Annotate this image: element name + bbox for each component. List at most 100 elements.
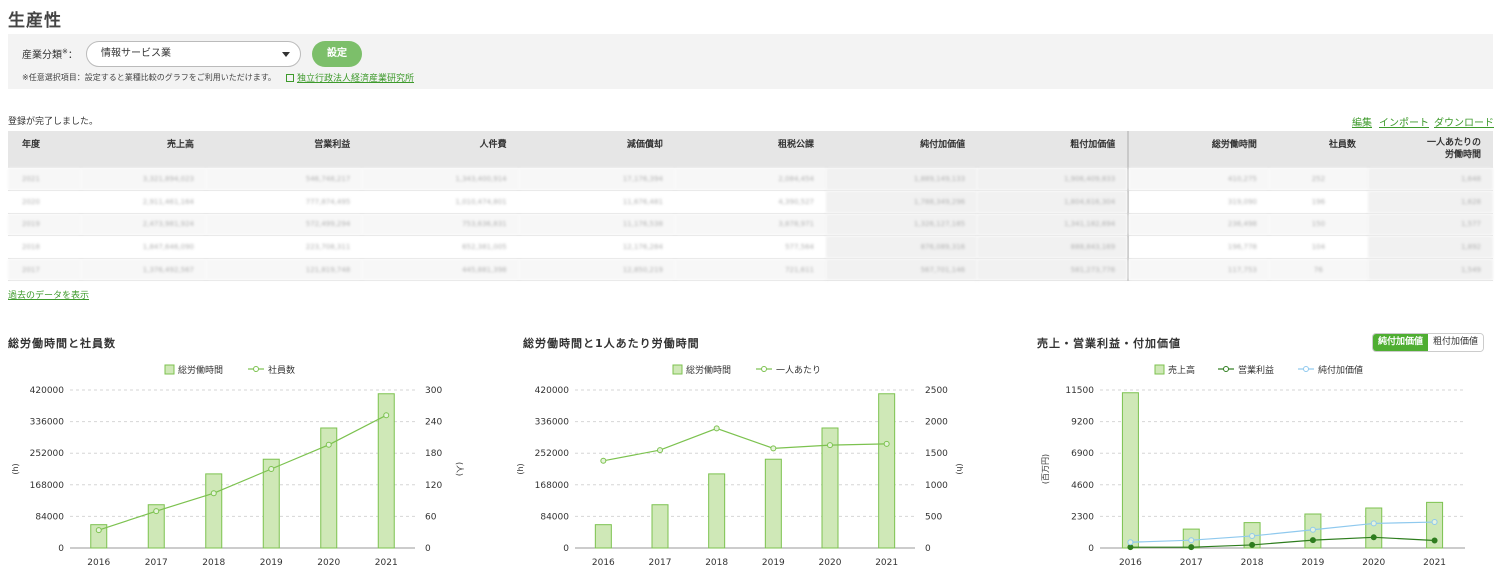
table-cell: 3,321,894,023 xyxy=(80,168,206,192)
table-cell: 2021 xyxy=(8,168,81,192)
y-tick-label: 0 xyxy=(563,544,569,554)
edit-link[interactable]: 編集 xyxy=(1352,114,1372,129)
legend-label: 社員数 xyxy=(268,364,295,376)
x-tick-label: 2018 xyxy=(705,558,728,568)
x-tick-label: 2021 xyxy=(1423,558,1446,568)
chart-title-hours-per-person: 総労働時間と1人あたり労働時間 xyxy=(523,337,700,350)
table-cell: 1,847,646,090 xyxy=(80,235,206,259)
industry-label: 産業分類※： xyxy=(22,46,78,61)
toggle-net-value-added[interactable]: 純付加価値 xyxy=(1373,334,1429,351)
legend-swatch xyxy=(1223,366,1229,372)
line-point xyxy=(1370,520,1377,527)
x-tick-label: 2017 xyxy=(145,558,168,568)
y-axis-label: (h) xyxy=(516,463,525,474)
line-point xyxy=(1127,539,1134,546)
col-header-gross-value-added: 粗付加価値 xyxy=(977,131,1129,168)
download-link[interactable]: ダウンロード xyxy=(1434,114,1494,129)
table-cell: 876,089,316 xyxy=(826,235,978,259)
line-point xyxy=(325,441,332,448)
table-cell: 196 xyxy=(1268,190,1368,214)
y2-tick-label: 300 xyxy=(425,386,442,396)
table-cell: 2019 xyxy=(8,213,81,237)
toggle-gross-value-added[interactable]: 粗付加価値 xyxy=(1428,334,1484,351)
col-header-operating-profit: 営業利益 xyxy=(205,131,363,168)
bar xyxy=(878,393,896,549)
legend-swatch xyxy=(253,366,259,372)
table-cell: 1,343,400,914 xyxy=(362,168,519,192)
col-header-taxes: 租税公課 xyxy=(674,131,827,168)
table-cell: 2018 xyxy=(8,235,81,259)
table-cell: 17,176,394 xyxy=(518,168,675,192)
chart-title-hours-employees: 総労働時間と社員数 xyxy=(8,337,116,350)
table-cell: 1,376,492,567 xyxy=(80,258,206,282)
set-button[interactable]: 設定 xyxy=(312,41,362,67)
y2-tick-label: 120 xyxy=(425,481,442,491)
table-cell: 117,753 xyxy=(1127,258,1269,282)
table-cell: 1,892 xyxy=(1367,235,1493,259)
table-cell: 4,390,527 xyxy=(674,190,827,214)
y-tick-label: 9200 xyxy=(1071,418,1094,428)
y2-tick-label: 2000 xyxy=(925,418,948,428)
legend-label: 総労働時間 xyxy=(686,364,731,376)
line-point xyxy=(883,440,890,447)
y-tick-label: 6900 xyxy=(1071,449,1094,459)
bar xyxy=(651,504,669,549)
bar xyxy=(205,473,223,549)
import-link[interactable]: インポート xyxy=(1379,114,1429,129)
table-row: 2019 2,473,981,924 572,499,294 753,636,831 1… xyxy=(8,213,1493,237)
legend-label: 営業利益 xyxy=(1238,364,1274,376)
y2-axis-label: (h) xyxy=(955,463,964,474)
show-past-data-link[interactable]: 過去のデータを表示 xyxy=(8,288,89,301)
table-cell: 104 xyxy=(1268,235,1368,259)
x-tick-label: 2016 xyxy=(87,558,110,568)
legend-label: 総労働時間 xyxy=(178,364,223,376)
y-tick-label: 336000 xyxy=(535,418,570,428)
chart-title-sales-profit: 売上・営業利益・付加価値 xyxy=(1037,337,1181,350)
chart-sales-profit: 0 2300 4600 6900 9200 11500 (百万円) 2016 2017 2018 2… xyxy=(1041,364,1465,568)
table-cell: 1,628 xyxy=(1367,190,1493,214)
table-cell: 12,176,284 xyxy=(518,235,675,259)
legend-swatch xyxy=(1154,364,1165,375)
line-point xyxy=(383,412,390,419)
y-tick-label: 0 xyxy=(58,544,64,554)
line-point xyxy=(770,445,777,452)
legend-swatch xyxy=(164,364,175,375)
table-cell: 1,326,127,185 xyxy=(826,213,978,237)
y2-tick-label: 500 xyxy=(925,512,942,522)
table-cell: 777,874,495 xyxy=(205,190,363,214)
industry-select-value: 情報サービス業 xyxy=(101,48,171,59)
x-tick-label: 2019 xyxy=(260,558,283,568)
table-cell: 236,498 xyxy=(1127,213,1269,237)
table-cell: 753,636,831 xyxy=(362,213,519,237)
y2-tick-label: 60 xyxy=(425,512,437,522)
line-point xyxy=(1309,526,1316,533)
table-cell: 11,176,538 xyxy=(518,213,675,237)
rieti-link[interactable]: 独立行政法人経済産業研究所 xyxy=(286,71,414,84)
table-cell: 581,273,776 xyxy=(977,258,1129,282)
table-cell: 410,275 xyxy=(1127,168,1269,192)
y-tick-label: 336000 xyxy=(30,418,65,428)
line-point xyxy=(1431,519,1438,526)
table-cell: 2,911,461,164 xyxy=(80,190,206,214)
table-row: 2017 1,376,492,567 121,819,748 445,881,398 1… xyxy=(8,258,1493,282)
y2-tick-label: 0 xyxy=(925,544,931,554)
y-tick-label: 0 xyxy=(1088,544,1094,554)
table-cell: 567,701,146 xyxy=(826,258,978,282)
y-tick-label: 84000 xyxy=(540,512,569,522)
y-tick-label: 252000 xyxy=(535,449,570,459)
bar xyxy=(262,458,280,549)
col-header-year: 年度 xyxy=(8,131,81,168)
table-cell: 319,090 xyxy=(1127,190,1269,214)
table-cell: 445,881,398 xyxy=(362,258,519,282)
table-cell: 1,804,616,304 xyxy=(977,190,1129,214)
col-header-personnel: 人件費 xyxy=(362,131,519,168)
x-tick-label: 2016 xyxy=(592,558,615,568)
table-cell: 888,843,169 xyxy=(977,235,1129,259)
chevron-down-icon xyxy=(282,52,290,57)
legend-swatch xyxy=(761,366,767,372)
col-header-hours-per-person: 一人あたりの 労働時間 xyxy=(1367,131,1493,168)
y-tick-label: 252000 xyxy=(30,449,65,459)
col-header-sales: 売上高 xyxy=(80,131,206,168)
y2-tick-label: 0 xyxy=(425,544,431,554)
industry-select[interactable]: 情報サービス業 xyxy=(86,41,301,67)
